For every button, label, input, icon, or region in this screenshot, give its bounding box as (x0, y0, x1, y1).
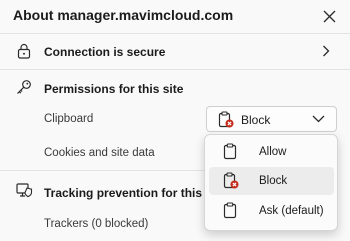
clipboard-permission-label: Clipboard (44, 113, 94, 125)
clipboard-icon (223, 202, 237, 224)
menu-item-allow[interactable]: Allow (209, 138, 334, 166)
clipboard-blocked-icon (218, 111, 234, 133)
key-icon (15, 78, 33, 96)
connection-status-label: Connection is secure (44, 45, 166, 59)
clipboard-icon (223, 143, 237, 165)
popup-header: About manager.mavimcloud.com (0, 0, 350, 32)
close-icon (323, 10, 335, 22)
permissions-heading: Permissions for this site (44, 82, 184, 96)
cookies-site-data-label[interactable]: Cookies and site data (44, 147, 155, 159)
menu-item-block[interactable]: Block (209, 167, 334, 195)
permission-options-menu: Allow Block Ask (default) (204, 134, 338, 231)
tracking-heading-wrap: Tracking prevention for this site (44, 184, 204, 200)
site-info-popup: About manager.mavimcloud.com Connection … (0, 0, 350, 241)
menu-item-label: Ask (default) (259, 205, 324, 217)
divider (0, 170, 205, 171)
popup-title: About manager.mavimcloud.com (13, 7, 234, 23)
clipboard-permission-dropdown[interactable]: Block (206, 106, 337, 132)
menu-item-label: Block (259, 175, 288, 187)
menu-item-ask-default[interactable]: Ask (default) (209, 197, 334, 225)
chevron-down-icon (312, 115, 325, 123)
connection-row[interactable]: Connection is secure (0, 34, 350, 68)
lock-icon (15, 42, 33, 60)
chevron-right-icon (323, 45, 330, 57)
trackers-count-label[interactable]: Trackers (0 blocked) (44, 218, 148, 230)
divider (0, 69, 350, 70)
tracking-prevention-icon (15, 181, 33, 199)
close-button[interactable] (318, 5, 340, 27)
menu-item-label: Allow (259, 146, 287, 158)
clipboard-permission-value: Block (241, 113, 271, 127)
clipboard-blocked-icon (223, 172, 239, 194)
tracking-prevention-heading: Tracking prevention for this site (44, 186, 204, 200)
